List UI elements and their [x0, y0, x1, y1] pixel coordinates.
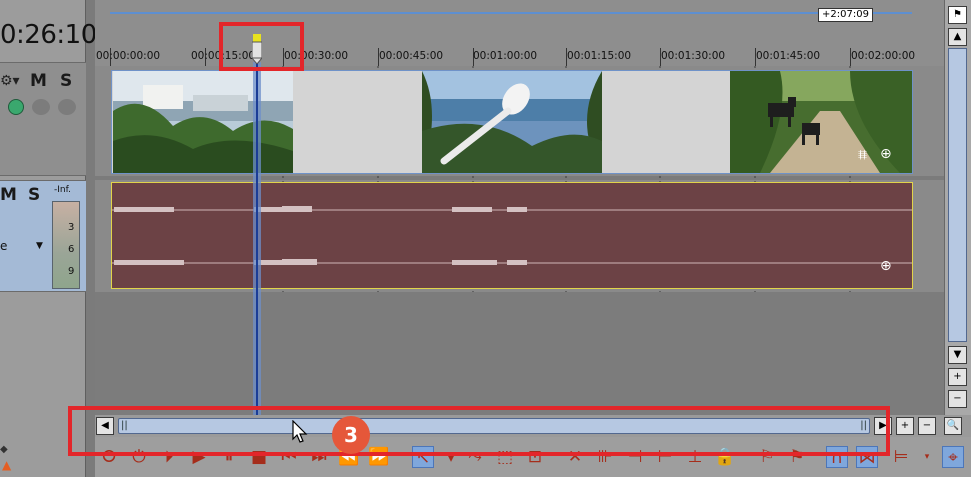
audio-event-fx-icon[interactable]: ⊕: [880, 258, 892, 274]
chevron-down-icon[interactable]: ▼: [36, 241, 43, 251]
track-fx-icon[interactable]: ⚙▾: [0, 73, 20, 89]
zoom-in-vertical-button[interactable]: +: [948, 368, 967, 386]
zoom-tool-icon[interactable]: 🔍: [944, 417, 962, 435]
scroll-down-button[interactable]: ▼: [948, 346, 967, 364]
video-event[interactable]: ⌗: [111, 70, 913, 174]
audio-waveform: [112, 206, 912, 265]
zoom-out-time-button[interactable]: −: [918, 417, 936, 435]
audio-solo-button[interactable]: S: [28, 185, 40, 205]
video-track-header[interactable]: ⚙▾ M S: [0, 62, 86, 176]
ruler-label: 00:00:00:00: [96, 50, 161, 62]
scroll-up-button[interactable]: ▲: [948, 28, 967, 46]
timecode-display: 0:26:10: [0, 20, 97, 50]
expand-arrow-icon[interactable]: ◆: [0, 444, 8, 455]
warning-triangle-icon: ▲: [2, 458, 12, 472]
empty-timeline-area[interactable]: [95, 292, 944, 415]
event-fx-icon[interactable]: ⊕: [880, 146, 892, 162]
ripple-chevron-down-icon[interactable]: ▾: [916, 446, 938, 468]
audio-mute-button[interactable]: M: [0, 185, 17, 205]
ruler-label: 00:01:15:00: [567, 50, 632, 62]
ruler-label: 00:00:45:00: [379, 50, 444, 62]
pan-crop-icon[interactable]: ⌗: [858, 144, 867, 164]
meter-peak-label: -Inf.: [54, 185, 71, 195]
step-badge: 3: [332, 416, 370, 454]
motion-blur-icon[interactable]: [32, 99, 50, 115]
mouse-pointer-icon: [292, 420, 308, 443]
ripple-edit-button[interactable]: ⊨: [890, 446, 912, 468]
meter-tick: 9: [68, 266, 75, 277]
vertical-scroll-thumb[interactable]: [948, 48, 967, 342]
playback-cursor[interactable]: [256, 40, 258, 415]
marker-flag-icon[interactable]: ⚑: [948, 6, 967, 24]
audio-track-header[interactable]: M S -Inf. 3 6 9 e ▼: [0, 180, 86, 292]
duration-label: +2:07:09: [818, 8, 873, 22]
thumbnail-city: [113, 71, 293, 173]
highlight-box-playhead: [219, 22, 304, 71]
ruler-label: 00:01:00:00: [473, 50, 538, 62]
zoom-out-vertical-button[interactable]: −: [948, 390, 967, 408]
track-motion-icon[interactable]: [58, 99, 76, 115]
video-solo-button[interactable]: S: [60, 71, 72, 91]
lock-envelopes-icon[interactable]: ⌖: [942, 446, 964, 468]
zoom-in-time-button[interactable]: +: [896, 417, 914, 435]
video-mute-button[interactable]: M: [30, 71, 47, 91]
compositing-icon[interactable]: [8, 99, 24, 115]
loop-region-bar[interactable]: [110, 12, 912, 14]
ruler-label: 00:01:45:00: [756, 50, 821, 62]
volume-meter: 3 6 9: [52, 201, 80, 289]
highlight-box-scrollbar: [68, 406, 890, 456]
ruler-label: 00:01:30:00: [661, 50, 726, 62]
track-mode-dropdown[interactable]: e: [0, 239, 7, 253]
vertical-scrollbar[interactable]: ⚑ ▲ ▼ + −: [944, 0, 971, 415]
thumbnail-spoon: [422, 71, 602, 173]
meter-tick: 6: [68, 244, 75, 255]
meter-tick: 3: [68, 222, 75, 233]
audio-event[interactable]: [111, 182, 913, 289]
ruler-label: 00:02:00:00: [851, 50, 916, 62]
